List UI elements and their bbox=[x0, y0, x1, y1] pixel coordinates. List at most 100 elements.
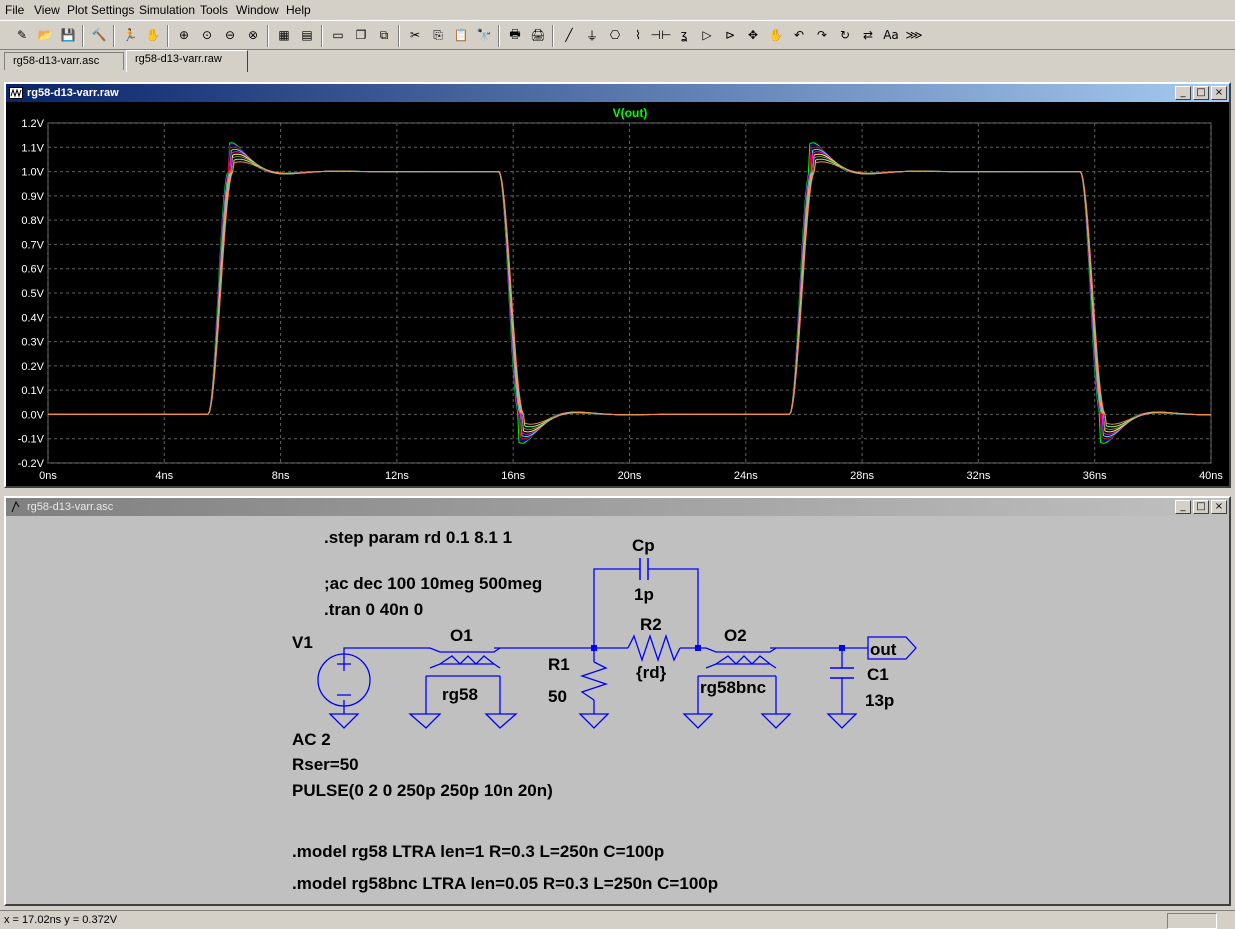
schematic-canvas[interactable]: .step param rd 0.1 8.1 1 ;ac dec 100 10m… bbox=[6, 516, 1229, 904]
y-tick-label: 0.8V bbox=[21, 215, 44, 227]
text-icon[interactable]: Aa bbox=[881, 25, 901, 45]
o1-label: O1 bbox=[450, 626, 473, 645]
maximize-button[interactable]: □ bbox=[1193, 500, 1209, 514]
save-icon[interactable]: 💾 bbox=[58, 25, 78, 45]
schematic-window-titlebar[interactable]: rg58-d13-varr.asc _ □ × bbox=[6, 498, 1229, 516]
x-tick-label: 12ns bbox=[385, 470, 409, 482]
label-net-icon[interactable]: ⎔ bbox=[605, 25, 625, 45]
menu-help[interactable]: Help bbox=[286, 3, 311, 17]
mirror-icon[interactable]: ⇄ bbox=[858, 25, 878, 45]
close-window-icon[interactable]: ⧉ bbox=[374, 25, 394, 45]
draw-wire-icon[interactable]: ╱ bbox=[559, 25, 579, 45]
toolbar-separator bbox=[82, 25, 84, 47]
y-tick-label: 0.3V bbox=[21, 337, 44, 349]
spice-directive-icon[interactable]: ⋙ bbox=[904, 25, 924, 45]
zoom-out-icon[interactable]: ⊖ bbox=[220, 25, 240, 45]
schematic-icon bbox=[9, 500, 23, 514]
zoom-to-fit-icon[interactable]: ⊙ bbox=[197, 25, 217, 45]
resistor-r2[interactable] bbox=[627, 633, 681, 663]
tab-schematic[interactable]: rg58-d13-varr.asc bbox=[4, 52, 124, 70]
toolbar-separator bbox=[113, 25, 115, 47]
open-icon[interactable]: 📂 bbox=[35, 25, 55, 45]
menu-tools[interactable]: Tools bbox=[200, 3, 228, 17]
cursor-readout: x = 17.02ns y = 0.372V bbox=[4, 914, 118, 926]
ground-icon[interactable]: ⏚ bbox=[582, 25, 602, 45]
y-tick-label: -0.2V bbox=[18, 458, 45, 470]
new-schematic-icon[interactable]: ✎ bbox=[12, 25, 32, 45]
x-tick-label: 4ns bbox=[155, 470, 173, 482]
ground-icon bbox=[408, 713, 442, 729]
minimize-button[interactable]: _ bbox=[1175, 86, 1191, 100]
toolbar-separator bbox=[398, 25, 400, 47]
inductor-icon[interactable]: ʓ bbox=[674, 25, 694, 45]
capacitor-cp[interactable] bbox=[639, 558, 649, 580]
chart-title[interactable]: V(out) bbox=[613, 106, 648, 120]
minimize-button[interactable]: _ bbox=[1175, 500, 1191, 514]
drag-icon[interactable]: ✋ bbox=[766, 25, 786, 45]
ground-icon bbox=[826, 713, 858, 729]
voltage-source-v1[interactable] bbox=[317, 653, 371, 707]
y-axis-ticks: 1.2V 1.1V 1.0V 0.9V 0.8V 0.7V 0.6V 0.5V 0.4V 0.3V… bbox=[18, 118, 45, 470]
resistor-icon[interactable]: ⌇ bbox=[628, 25, 648, 45]
plot-window-title: rg58-d13-varr.raw bbox=[27, 87, 119, 99]
tile-horizontal-icon[interactable]: ▭ bbox=[328, 25, 348, 45]
menu-plot-settings[interactable]: Plot Settings bbox=[67, 3, 134, 17]
step-directive[interactable]: .step param rd 0.1 8.1 1 bbox=[324, 528, 512, 547]
print-setup-icon[interactable]: 🖶 bbox=[505, 25, 525, 45]
menu-simulation[interactable]: Simulation bbox=[139, 3, 195, 17]
zoom-in-icon[interactable]: ⊕ bbox=[174, 25, 194, 45]
run-icon[interactable]: 🏃 bbox=[120, 25, 140, 45]
plot-window-titlebar[interactable]: rg58-d13-varr.raw _ □ × bbox=[6, 84, 1229, 102]
maximize-button[interactable]: □ bbox=[1193, 86, 1209, 100]
x-tick-label: 0ns bbox=[39, 470, 57, 482]
y-tick-label: 0.1V bbox=[21, 385, 44, 397]
ground-icon bbox=[328, 713, 360, 729]
print-icon[interactable]: 🖨 bbox=[528, 25, 548, 45]
redo-icon[interactable]: ↷ bbox=[812, 25, 832, 45]
set-scale-icon[interactable]: ▤ bbox=[297, 25, 317, 45]
menu-window[interactable]: Window bbox=[236, 3, 279, 17]
close-button[interactable]: × bbox=[1211, 86, 1227, 100]
model-rg58-directive[interactable]: .model rg58 LTRA len=1 R=0.3 L=250n C=10… bbox=[292, 842, 664, 861]
copy-icon[interactable]: ⎘ bbox=[428, 25, 448, 45]
waveform-plot[interactable]: V(out) 1.2V 1.1V 1.0V 0.9V 0.8V 0.7V 0.6V 0.5V 0… bbox=[6, 102, 1229, 486]
toolbar-separator bbox=[552, 25, 554, 47]
paste-icon[interactable]: 📋 bbox=[451, 25, 471, 45]
cascade-icon[interactable]: ❐ bbox=[351, 25, 371, 45]
cut-icon[interactable]: ✂ bbox=[405, 25, 425, 45]
ac-directive[interactable]: ;ac dec 100 10meg 500meg bbox=[324, 574, 542, 593]
tline-o2[interactable] bbox=[698, 647, 777, 677]
cancel-zoom-icon[interactable]: ⊗ bbox=[243, 25, 263, 45]
toolbar-separator bbox=[498, 25, 500, 47]
document-tabs: rg58-d13-varr.asc rg58-d13-varr.raw bbox=[0, 50, 1235, 72]
halt-icon[interactable]: ✋ bbox=[143, 25, 163, 45]
x-tick-label: 32ns bbox=[966, 470, 990, 482]
resistor-r1[interactable] bbox=[579, 661, 609, 701]
tab-waveform[interactable]: rg58-d13-varr.raw bbox=[126, 50, 248, 72]
move-icon[interactable]: ✥ bbox=[743, 25, 763, 45]
v1-rser: Rser=50 bbox=[292, 755, 359, 774]
tran-directive[interactable]: .tran 0 40n 0 bbox=[324, 600, 423, 619]
close-button[interactable]: × bbox=[1211, 500, 1227, 514]
control-panel-icon[interactable]: 🔨 bbox=[89, 25, 109, 45]
undo-icon[interactable]: ↶ bbox=[789, 25, 809, 45]
y-tick-label: 1.1V bbox=[21, 142, 44, 154]
ground-symbols bbox=[328, 713, 858, 729]
plot-grid bbox=[47, 122, 1212, 464]
cp-label: Cp bbox=[632, 536, 655, 555]
rotate-icon[interactable]: ↻ bbox=[835, 25, 855, 45]
r1-value: 50 bbox=[548, 687, 567, 706]
schematic-window: rg58-d13-varr.asc _ □ × .step param rd 0… bbox=[4, 496, 1231, 906]
capacitor-icon[interactable]: ⊣⊢ bbox=[651, 25, 672, 45]
menu-file[interactable]: File bbox=[5, 3, 24, 17]
menu-view[interactable]: View bbox=[34, 3, 60, 17]
status-panel bbox=[1167, 913, 1217, 929]
find-icon[interactable]: 🔭 bbox=[474, 25, 494, 45]
component-icon[interactable]: ⊳ bbox=[720, 25, 740, 45]
tline-o1[interactable] bbox=[426, 647, 501, 677]
autorange-icon[interactable]: ▦ bbox=[274, 25, 294, 45]
schematic-window-title: rg58-d13-varr.asc bbox=[27, 501, 114, 513]
capacitor-c1[interactable] bbox=[830, 667, 854, 679]
diode-icon[interactable]: ▷ bbox=[697, 25, 717, 45]
model-rg58bnc-directive[interactable]: .model rg58bnc LTRA len=0.05 R=0.3 L=250… bbox=[292, 874, 718, 893]
